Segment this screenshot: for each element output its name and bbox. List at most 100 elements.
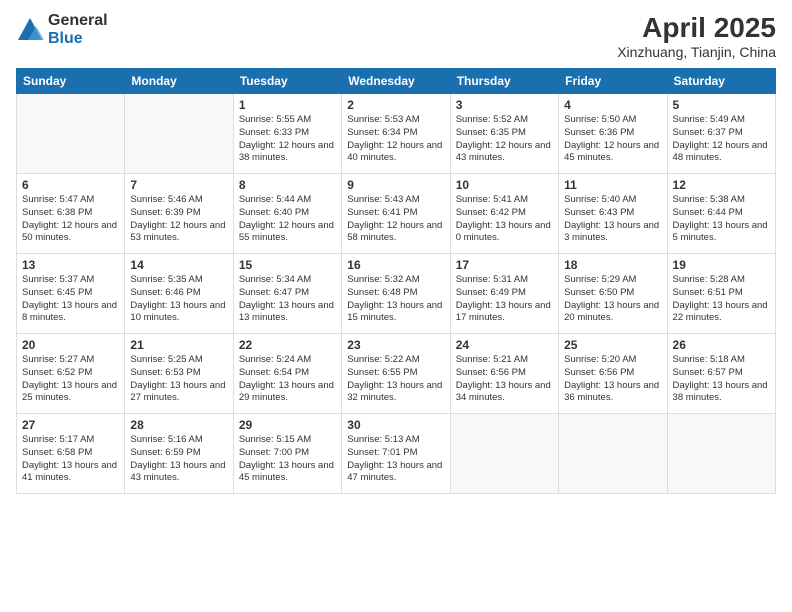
table-row	[559, 414, 667, 494]
logo: General Blue	[16, 12, 108, 47]
table-row: 13 Sunrise: 5:37 AMSunset: 6:45 PMDayligh…	[17, 254, 125, 334]
header: General Blue April 2025 Xinzhuang, Tianj…	[16, 12, 776, 60]
table-row: 22 Sunrise: 5:24 AMSunset: 6:54 PMDayligh…	[233, 334, 341, 414]
col-monday: Monday	[125, 69, 233, 94]
table-row: 18Sunrise: 5:29 AMSunset: 6:50 PMDayligh…	[559, 254, 667, 334]
day-number: 29	[239, 418, 336, 432]
table-row: 10 Sunrise: 5:41 AMSunset: 6:42 PMDayligh…	[450, 174, 558, 254]
day-info: Sunrise: 5:43 AMSunset: 6:41 PMDaylight:…	[347, 194, 444, 245]
day-info: Sunrise: 5:28 AMSunset: 6:51 PMDaylight:…	[673, 274, 770, 325]
table-row: 20 Sunrise: 5:27 AMSunset: 6:52 PMDayligh…	[17, 334, 125, 414]
table-row: 26 Sunrise: 5:18 AMSunset: 6:57 PMDayligh…	[667, 334, 775, 414]
table-row: 30 Sunrise: 5:13 AMSunset: 7:01 PMDayligh…	[342, 414, 450, 494]
table-row: 5Sunrise: 5:49 AMSunset: 6:37 PMDaylight…	[667, 94, 775, 174]
logo-blue-text: Blue	[48, 30, 108, 48]
day-number: 13	[22, 258, 119, 272]
table-row: 9Sunrise: 5:43 AMSunset: 6:41 PMDaylight…	[342, 174, 450, 254]
day-number: 8	[239, 178, 336, 192]
day-info: Sunrise: 5:22 AMSunset: 6:55 PMDaylight:…	[347, 354, 444, 405]
day-info: Sunrise: 5:55 AMSunset: 6:33 PMDaylight:…	[239, 114, 336, 165]
col-sunday: Sunday	[17, 69, 125, 94]
col-friday: Friday	[559, 69, 667, 94]
day-info: Sunrise: 5:32 AMSunset: 6:48 PMDaylight:…	[347, 274, 444, 325]
day-info: Sunrise: 5:27 AMSunset: 6:52 PMDaylight:…	[22, 354, 119, 405]
day-number: 1	[239, 98, 336, 112]
logo-general-text: General	[48, 12, 108, 30]
table-row: 24Sunrise: 5:21 AMSunset: 6:56 PMDayligh…	[450, 334, 558, 414]
table-row: 7 Sunrise: 5:46 AMSunset: 6:39 PMDaylight…	[125, 174, 233, 254]
day-number: 25	[564, 338, 661, 352]
calendar-week-row: 20 Sunrise: 5:27 AMSunset: 6:52 PMDayligh…	[17, 334, 776, 414]
day-number: 21	[130, 338, 227, 352]
day-number: 26	[673, 338, 770, 352]
table-row: 12Sunrise: 5:38 AMSunset: 6:44 PMDayligh…	[667, 174, 775, 254]
table-row: 27Sunrise: 5:17 AMSunset: 6:58 PMDayligh…	[17, 414, 125, 494]
table-row: 4 Sunrise: 5:50 AMSunset: 6:36 PMDaylight…	[559, 94, 667, 174]
day-info: Sunrise: 5:20 AMSunset: 6:56 PMDaylight:…	[564, 354, 661, 405]
day-info: Sunrise: 5:25 AMSunset: 6:53 PMDaylight:…	[130, 354, 227, 405]
table-row: 3Sunrise: 5:52 AMSunset: 6:35 PMDaylight…	[450, 94, 558, 174]
day-info: Sunrise: 5:53 AMSunset: 6:34 PMDaylight:…	[347, 114, 444, 165]
table-row: 28 Sunrise: 5:16 AMSunset: 6:59 PMDayligh…	[125, 414, 233, 494]
day-number: 22	[239, 338, 336, 352]
day-number: 2	[347, 98, 444, 112]
col-saturday: Saturday	[667, 69, 775, 94]
day-info: Sunrise: 5:16 AMSunset: 6:59 PMDaylight:…	[130, 434, 227, 485]
day-number: 24	[456, 338, 553, 352]
calendar-week-row: 1 Sunrise: 5:55 AMSunset: 6:33 PMDaylight…	[17, 94, 776, 174]
day-number: 11	[564, 178, 661, 192]
col-thursday: Thursday	[450, 69, 558, 94]
day-info: Sunrise: 5:47 AMSunset: 6:38 PMDaylight:…	[22, 194, 119, 245]
day-number: 12	[673, 178, 770, 192]
table-row: 16Sunrise: 5:32 AMSunset: 6:48 PMDayligh…	[342, 254, 450, 334]
calendar-week-row: 6 Sunrise: 5:47 AMSunset: 6:38 PMDaylight…	[17, 174, 776, 254]
day-info: Sunrise: 5:46 AMSunset: 6:39 PMDaylight:…	[130, 194, 227, 245]
day-info: Sunrise: 5:13 AMSunset: 7:01 PMDaylight:…	[347, 434, 444, 485]
calendar: Sunday Monday Tuesday Wednesday Thursday…	[16, 68, 776, 494]
location: Xinzhuang, Tianjin, China	[617, 44, 776, 60]
day-number: 10	[456, 178, 553, 192]
table-row: 17Sunrise: 5:31 AMSunset: 6:49 PMDayligh…	[450, 254, 558, 334]
day-number: 17	[456, 258, 553, 272]
table-row	[125, 94, 233, 174]
col-wednesday: Wednesday	[342, 69, 450, 94]
day-number: 4	[564, 98, 661, 112]
day-info: Sunrise: 5:37 AMSunset: 6:45 PMDaylight:…	[22, 274, 119, 325]
day-number: 28	[130, 418, 227, 432]
day-info: Sunrise: 5:24 AMSunset: 6:54 PMDaylight:…	[239, 354, 336, 405]
day-number: 6	[22, 178, 119, 192]
table-row	[667, 414, 775, 494]
col-tuesday: Tuesday	[233, 69, 341, 94]
table-row: 23 Sunrise: 5:22 AMSunset: 6:55 PMDayligh…	[342, 334, 450, 414]
calendar-week-row: 27Sunrise: 5:17 AMSunset: 6:58 PMDayligh…	[17, 414, 776, 494]
table-row: 25 Sunrise: 5:20 AMSunset: 6:56 PMDayligh…	[559, 334, 667, 414]
table-row: 15 Sunrise: 5:34 AMSunset: 6:47 PMDayligh…	[233, 254, 341, 334]
day-info: Sunrise: 5:40 AMSunset: 6:43 PMDaylight:…	[564, 194, 661, 245]
day-number: 20	[22, 338, 119, 352]
day-info: Sunrise: 5:52 AMSunset: 6:35 PMDaylight:…	[456, 114, 553, 165]
day-info: Sunrise: 5:35 AMSunset: 6:46 PMDaylight:…	[130, 274, 227, 325]
day-number: 23	[347, 338, 444, 352]
day-info: Sunrise: 5:44 AMSunset: 6:40 PMDaylight:…	[239, 194, 336, 245]
day-info: Sunrise: 5:29 AMSunset: 6:50 PMDaylight:…	[564, 274, 661, 325]
calendar-week-row: 13 Sunrise: 5:37 AMSunset: 6:45 PMDayligh…	[17, 254, 776, 334]
day-number: 30	[347, 418, 444, 432]
day-number: 14	[130, 258, 227, 272]
logo-icon	[16, 16, 44, 44]
title-section: April 2025 Xinzhuang, Tianjin, China	[617, 12, 776, 60]
day-info: Sunrise: 5:34 AMSunset: 6:47 PMDaylight:…	[239, 274, 336, 325]
day-info: Sunrise: 5:50 AMSunset: 6:36 PMDaylight:…	[564, 114, 661, 165]
day-number: 7	[130, 178, 227, 192]
day-number: 5	[673, 98, 770, 112]
table-row: 6 Sunrise: 5:47 AMSunset: 6:38 PMDaylight…	[17, 174, 125, 254]
day-number: 19	[673, 258, 770, 272]
table-row: 11 Sunrise: 5:40 AMSunset: 6:43 PMDayligh…	[559, 174, 667, 254]
table-row	[450, 414, 558, 494]
day-info: Sunrise: 5:17 AMSunset: 6:58 PMDaylight:…	[22, 434, 119, 485]
day-info: Sunrise: 5:18 AMSunset: 6:57 PMDaylight:…	[673, 354, 770, 405]
month-title: April 2025	[617, 12, 776, 44]
day-number: 15	[239, 258, 336, 272]
table-row	[17, 94, 125, 174]
table-row: 8 Sunrise: 5:44 AMSunset: 6:40 PMDaylight…	[233, 174, 341, 254]
day-info: Sunrise: 5:41 AMSunset: 6:42 PMDaylight:…	[456, 194, 553, 245]
